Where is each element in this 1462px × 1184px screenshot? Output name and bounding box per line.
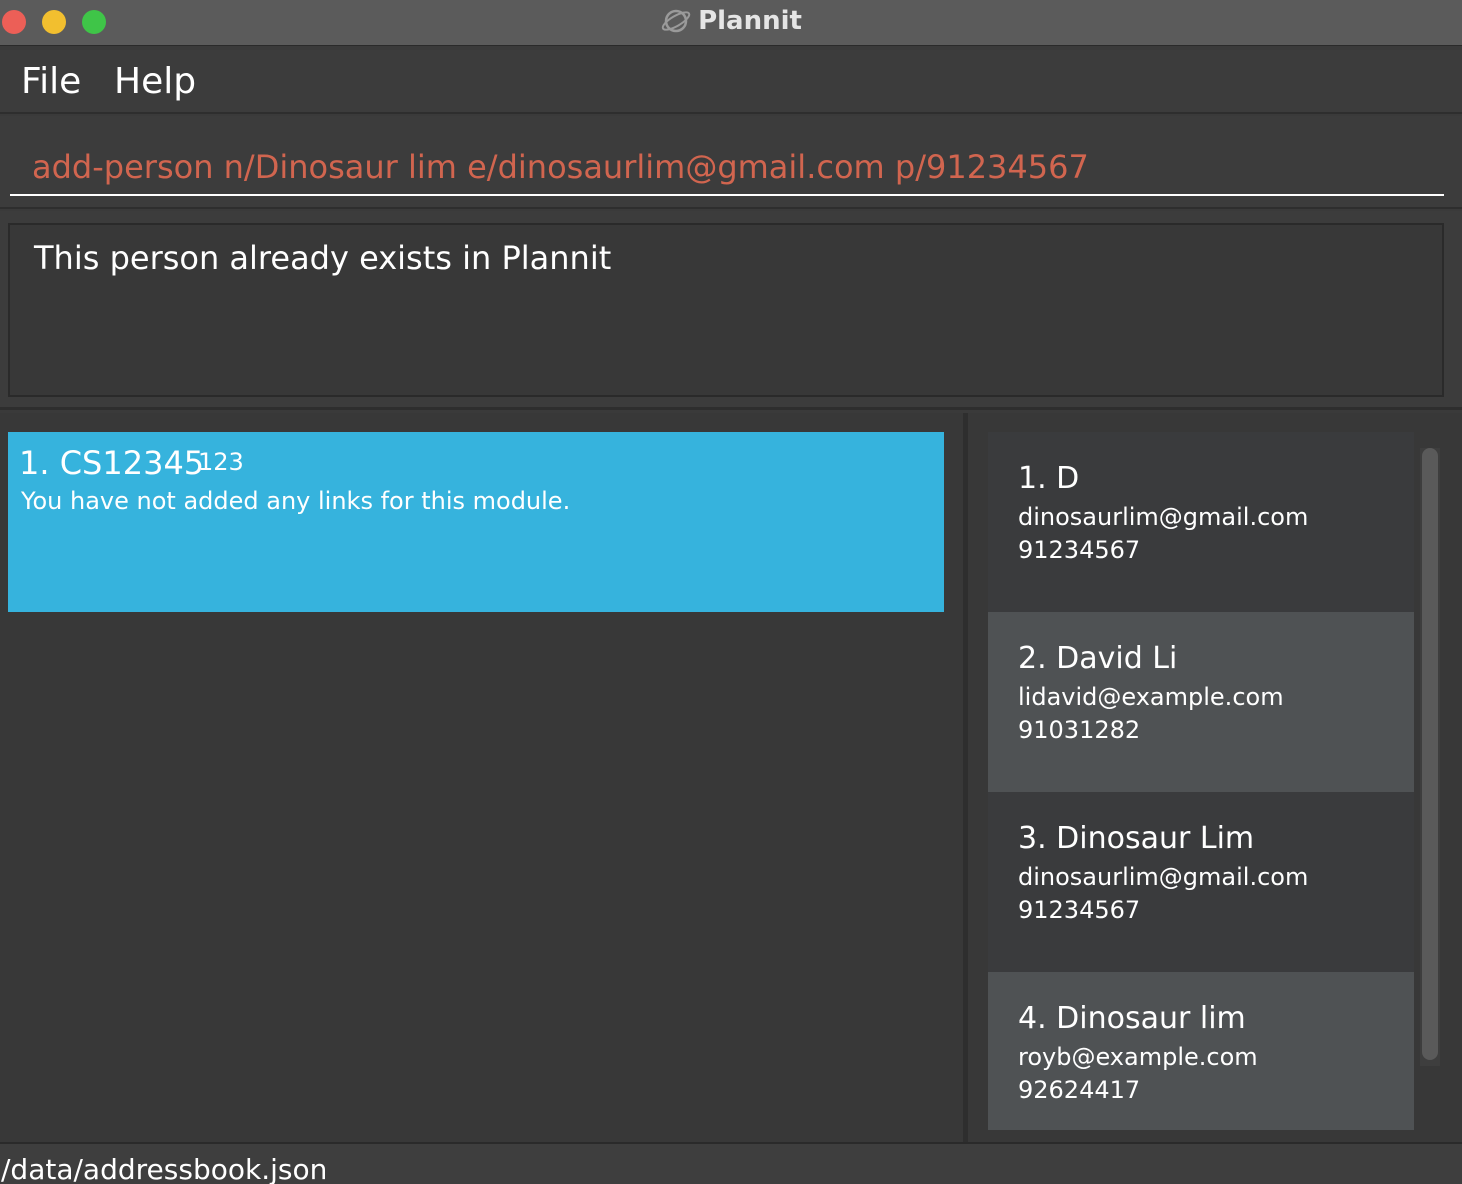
window-titlebar: Plannit [0, 0, 1462, 46]
person-card[interactable]: 4. Dinosaur lim royb@example.com 9262441… [988, 972, 1414, 1130]
result-display: This person already exists in Plannit [8, 223, 1444, 397]
person-email: dinosaurlim@gmail.com [1018, 503, 1309, 531]
module-list-panel: 1. CS12345 123 You have not added any li… [0, 413, 963, 1142]
person-email: lidavid@example.com [1018, 683, 1284, 711]
module-tag: 123 [198, 448, 244, 476]
person-phone: 92624417 [1018, 1076, 1141, 1104]
person-card[interactable]: 1. D dinosaurlim@gmail.com 91234567 [988, 432, 1414, 612]
person-phone: 91234567 [1018, 536, 1141, 564]
person-name: 4. Dinosaur lim [1018, 1001, 1246, 1036]
menu-help[interactable]: Help [114, 61, 196, 103]
person-phone: 91031282 [1018, 716, 1141, 744]
person-list-scrollbar[interactable] [1420, 448, 1440, 1066]
command-box [0, 116, 1462, 209]
person-email: royb@example.com [1018, 1043, 1258, 1071]
planet-icon [661, 9, 691, 33]
person-name: 1. D [1018, 461, 1080, 496]
window-title-group: Plannit [0, 6, 1462, 36]
person-phone: 91234567 [1018, 896, 1141, 924]
window-title: Plannit [698, 6, 802, 36]
person-email: dinosaurlim@gmail.com [1018, 863, 1309, 891]
menu-bar: File Help [0, 50, 1462, 114]
scrollbar-thumb[interactable] [1422, 448, 1438, 1060]
module-card[interactable]: 1. CS12345 123 You have not added any li… [8, 432, 944, 612]
person-list: 1. D dinosaurlim@gmail.com 91234567 2. D… [988, 432, 1414, 1130]
person-card[interactable]: 2. David Li lidavid@example.com 91031282 [988, 612, 1414, 792]
command-input[interactable] [10, 136, 1444, 196]
person-name: 2. David Li [1018, 641, 1178, 676]
person-card[interactable]: 3. Dinosaur Lim dinosaurlim@gmail.com 91… [988, 792, 1414, 972]
result-message: This person already exists in Plannit [34, 239, 612, 277]
result-display-area: This person already exists in Plannit [0, 211, 1462, 410]
person-list-panel: 1. D dinosaurlim@gmail.com 91234567 2. D… [968, 413, 1462, 1142]
menu-file[interactable]: File [21, 61, 81, 103]
status-bar: /data/addressbook.json [0, 1142, 1462, 1184]
module-links-text: You have not added any links for this mo… [21, 487, 571, 515]
person-name: 3. Dinosaur Lim [1018, 821, 1255, 856]
module-title: 1. CS12345 [19, 444, 205, 482]
status-file-path: /data/addressbook.json [1, 1153, 328, 1184]
